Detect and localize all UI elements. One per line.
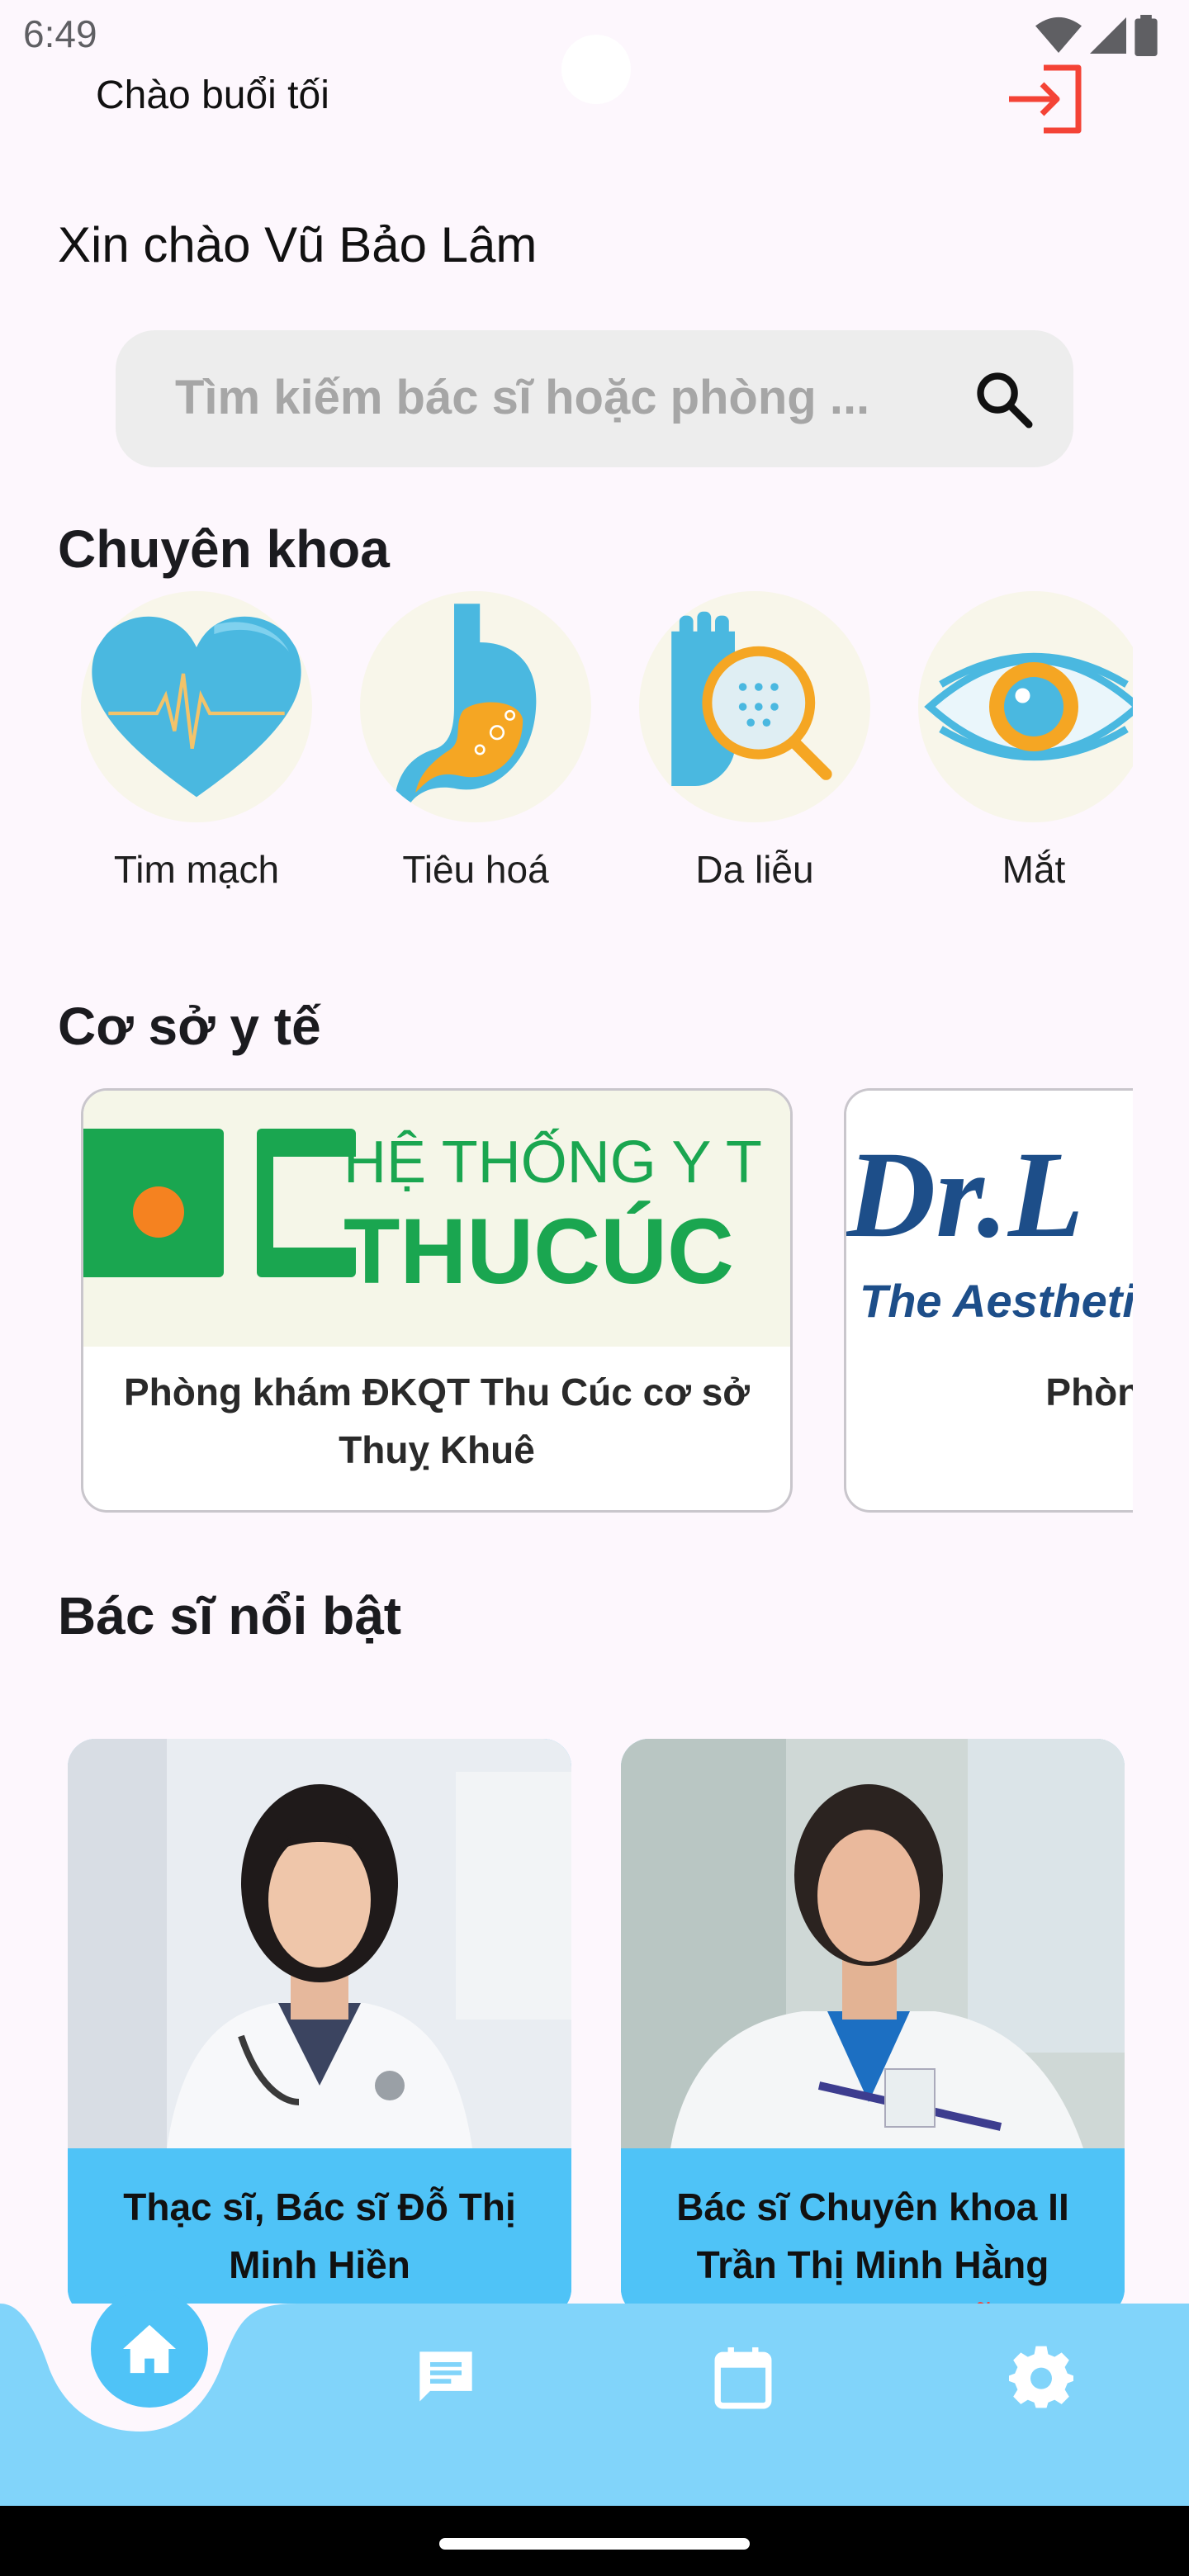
calendar-icon: [714, 2347, 772, 2409]
facility-logo-line2: THUCÚC: [343, 1200, 734, 1303]
greeting-time: Chào buổi tối: [96, 73, 329, 117]
battery-icon: [1135, 15, 1158, 56]
specialty-item-eye[interactable]: Mắt: [910, 591, 1133, 892]
doctor-info: Bác sĩ Chuyên khoa II Trần Thị Minh Hằng…: [621, 2148, 1125, 2317]
specialties-title: Chuyên khoa: [58, 519, 390, 579]
specialty-label: Tiêu hoá: [402, 848, 549, 891]
specialty-item-digestive[interactable]: Tiêu hoá: [352, 591, 599, 892]
facility-name: Phòng khám Bác: [1045, 1371, 1133, 1413]
eye-icon: [918, 591, 1133, 822]
facility-logo-line1: Dr.L: [846, 1126, 1084, 1263]
facility-logo: Dr.L The Aestheti: [846, 1091, 1133, 1347]
logout-icon: [1009, 64, 1082, 134]
nav-chat-button[interactable]: [414, 2346, 477, 2413]
welcome-title: Xin chào Vũ Bảo Lâm: [58, 217, 538, 272]
facility-card[interactable]: Dr.L The Aestheti Phòng khám Bác: [844, 1088, 1133, 1513]
doctor-card[interactable]: Thạc sĩ, Bác sĩ Đỗ Thị Minh Hiền Tim mạc…: [68, 1739, 571, 2317]
nav-calendar-button[interactable]: [712, 2345, 775, 2415]
doctor-name: Bác sĩ Chuyên khoa II Trần Thị Minh Hằng: [676, 2185, 1069, 2286]
search-icon[interactable]: [973, 368, 1035, 431]
home-icon: [123, 2324, 176, 2374]
heart-icon: [81, 591, 312, 822]
facility-card[interactable]: HỆ THỐNG Y T THUCÚC Phòng khám ĐKQT Thu …: [81, 1088, 793, 1513]
doctor-photo: [68, 1739, 571, 2148]
status-time: 6:49: [23, 12, 97, 55]
wifi-icon: [1035, 17, 1082, 53]
doctor-name: Thạc sĩ, Bác sĩ Đỗ Thị Minh Hiền: [123, 2185, 516, 2286]
camera-cutout: [561, 35, 631, 104]
facility-logo-line1: HỆ THỐNG Y T: [343, 1129, 762, 1196]
facility-name: Phòng khám ĐKQT Thu Cúc cơ sở Thuỵ Khuê: [123, 1371, 750, 1471]
chat-icon: [419, 2351, 472, 2402]
facility-logo: HỆ THỐNG Y T THUCÚC: [83, 1091, 790, 1347]
signal-icon: [1090, 17, 1126, 54]
specialty-label: Da liễu: [695, 848, 814, 891]
nav-settings-button[interactable]: [1009, 2345, 1073, 2413]
specialty-item-heart[interactable]: Tim mạch: [73, 591, 320, 892]
nav-home-button[interactable]: [91, 2290, 208, 2408]
doctors-title: Bác sĩ nổi bật: [58, 1586, 402, 1646]
facilities-title: Cơ sở y tế: [58, 997, 321, 1056]
specialty-label: Mắt: [1002, 848, 1066, 891]
doctor-card[interactable]: Bác sĩ Chuyên khoa II Trần Thị Minh Hằng…: [621, 1739, 1125, 2317]
specialties-list: Tim mạch Tiêu hoá Da liễu Mắt: [0, 591, 1133, 905]
settings-icon: [1009, 2346, 1073, 2408]
home-indicator[interactable]: [439, 2538, 750, 2550]
doctor-photo: [621, 1739, 1125, 2148]
logout-button[interactable]: [1006, 63, 1085, 135]
facilities-list: HỆ THỐNG Y T THUCÚC Phòng khám ĐKQT Thu …: [0, 1073, 1133, 1536]
specialty-label: Tim mạch: [113, 848, 280, 891]
skin-magnifier-icon: [639, 591, 870, 822]
status-icons: [1035, 15, 1158, 56]
facility-logo-line2: The Aestheti: [860, 1275, 1133, 1327]
specialty-item-dermatology[interactable]: Da liễu: [631, 591, 879, 892]
stomach-icon: [360, 591, 591, 822]
search-placeholder: Tìm kiếm bác sĩ hoặc phòng ...: [175, 371, 870, 424]
